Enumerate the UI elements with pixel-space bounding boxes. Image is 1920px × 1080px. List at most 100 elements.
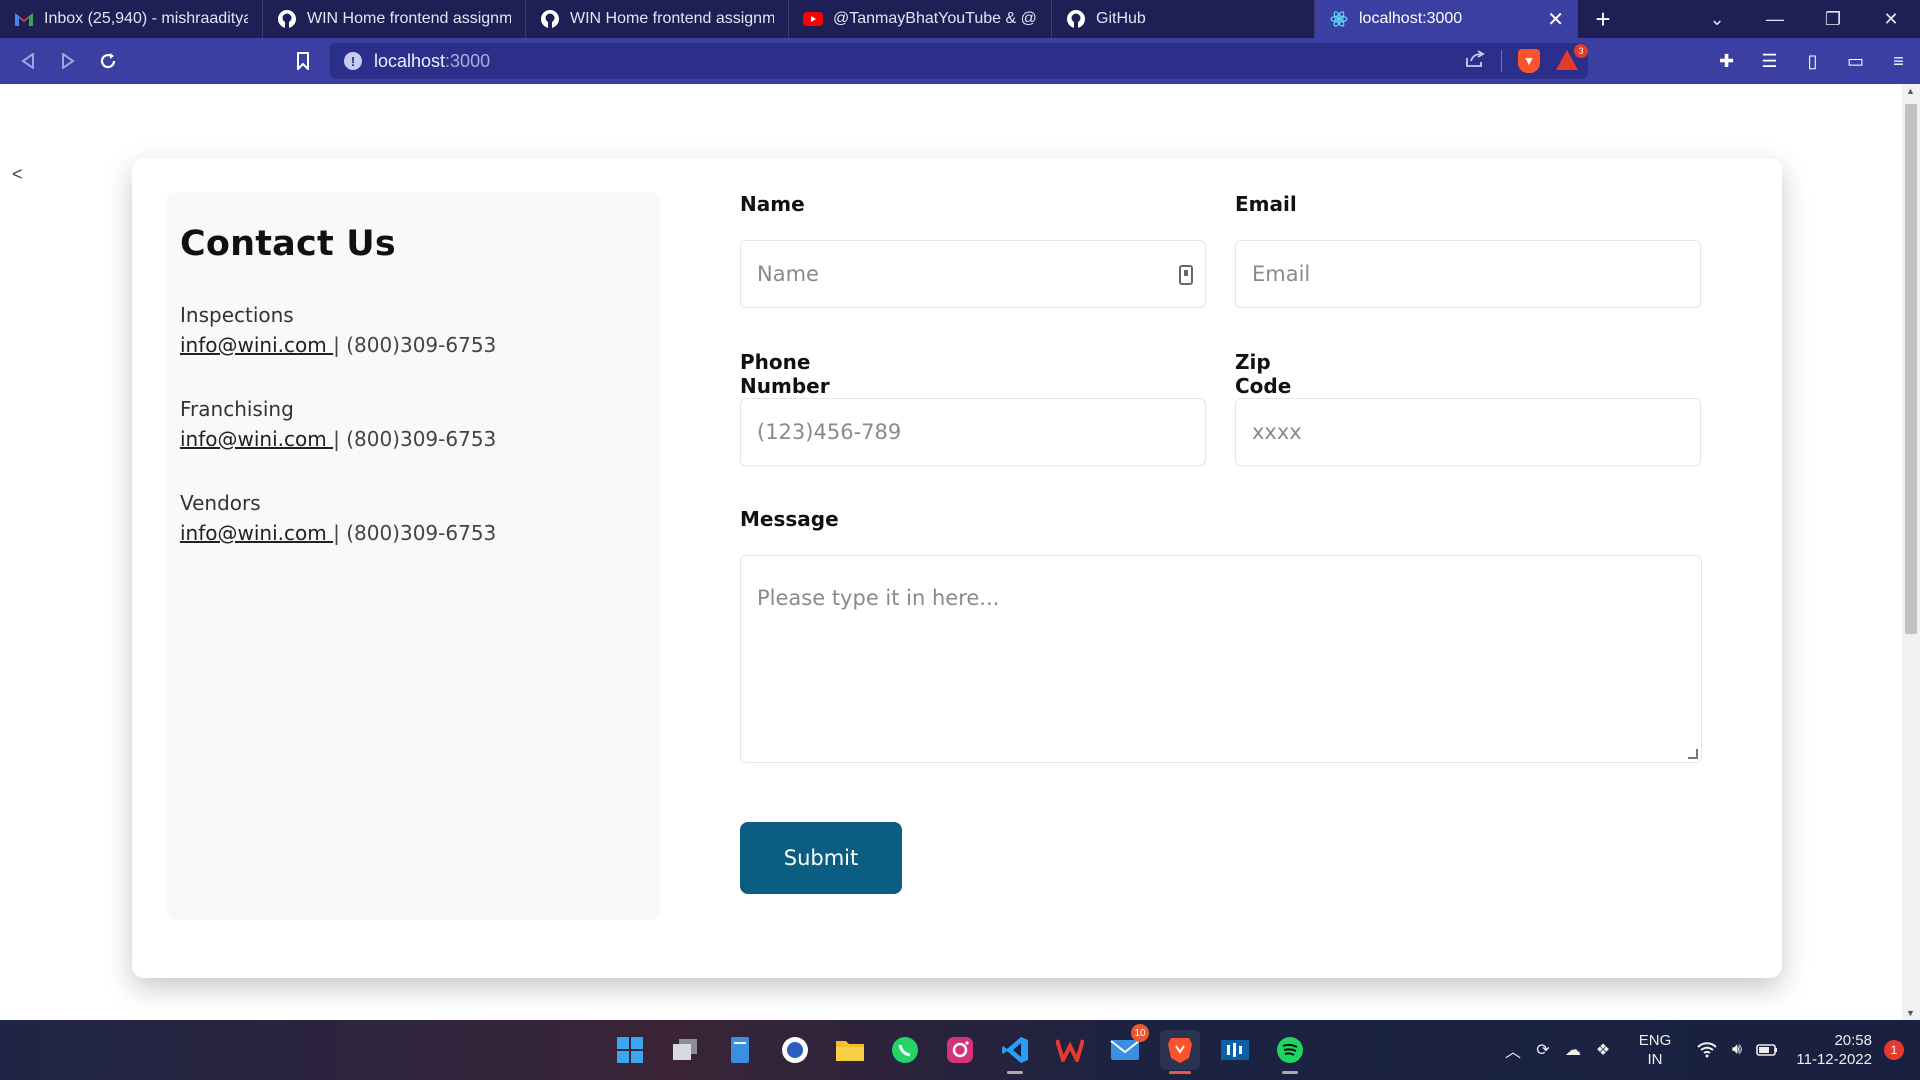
tab-github-2[interactable]: WIN Home frontend assignment	[526, 0, 789, 38]
tab-title: WIN Home frontend assignment	[570, 10, 774, 27]
separator: |	[333, 521, 347, 545]
rewards-badge: 3	[1574, 44, 1588, 58]
volume-icon[interactable]: 🔊︎	[1722, 1041, 1752, 1059]
email-input[interactable]: Email	[1235, 240, 1701, 308]
instagram-icon[interactable]	[940, 1030, 980, 1070]
zip-input[interactable]: xxxx	[1235, 398, 1701, 466]
brave-shields-icon[interactable]: ▼	[1518, 49, 1540, 73]
address-bar[interactable]: ! localhost:3000 ▼ 3	[330, 43, 1588, 79]
name-field: Name	[740, 192, 805, 216]
phone-number: (800)309-6753	[346, 427, 497, 451]
scroll-up-icon[interactable]: ▲	[1906, 86, 1915, 96]
github-icon	[540, 9, 560, 29]
share-icon[interactable]	[1465, 49, 1485, 73]
autofill-contact-icon[interactable]	[1179, 265, 1193, 285]
separator: |	[333, 427, 347, 451]
wps-office-icon[interactable]	[1050, 1030, 1090, 1070]
message-field: Message	[740, 507, 839, 531]
contact-label: Inspections	[180, 303, 294, 327]
separator: |	[333, 333, 347, 357]
playlist-icon[interactable]: ☰	[1748, 51, 1791, 72]
tab-youtube[interactable]: @TanmayBhatYouTube & @aishw	[789, 0, 1052, 38]
whatsapp-icon[interactable]	[885, 1030, 925, 1070]
browser-toolbar: ! localhost:3000 ▼ 3 ✚ ☰ ▯ ▭ ≡	[0, 38, 1920, 84]
clock-time: 20:58	[1834, 1032, 1872, 1049]
language-indicator[interactable]: ENG IN	[1630, 1031, 1680, 1069]
phone-input[interactable]: (123)456-789	[740, 398, 1206, 466]
minimize-button[interactable]: —	[1746, 0, 1804, 38]
extensions-icon[interactable]: ✚	[1705, 51, 1748, 72]
bookmark-icon[interactable]	[283, 41, 323, 81]
back-link[interactable]: <	[12, 164, 23, 185]
restore-button[interactable]: ❐	[1804, 0, 1862, 38]
notepad-icon[interactable]	[720, 1030, 760, 1070]
battery-icon[interactable]	[1752, 1044, 1782, 1056]
clock[interactable]: 20:58 11-12-2022	[1782, 1031, 1872, 1069]
resize-handle-icon[interactable]	[1688, 749, 1698, 759]
page-scrollbar[interactable]: ▲ ▼	[1902, 84, 1920, 1020]
scroll-down-icon[interactable]: ▼	[1906, 1008, 1915, 1018]
name-input[interactable]: Name	[740, 240, 1206, 308]
file-explorer-icon[interactable]	[830, 1030, 870, 1070]
phone-number: (800)309-6753	[346, 333, 497, 357]
email-link[interactable]: info@wini.com	[180, 333, 333, 357]
tab-title: WIN Home frontend assignment	[307, 10, 511, 27]
media-icon[interactable]	[1215, 1030, 1255, 1070]
wifi-icon[interactable]	[1692, 1042, 1722, 1058]
contact-card: Contact Us Inspections info@wini.com | (…	[132, 158, 1782, 978]
menu-icon[interactable]: ≡	[1877, 51, 1920, 72]
tab-github-1[interactable]: WIN Home frontend assignment	[263, 0, 526, 38]
gmail-icon	[14, 9, 34, 29]
contact-line: info@wini.com | (800)309-6753	[180, 330, 646, 360]
back-button[interactable]	[8, 41, 48, 81]
site-info-icon[interactable]: !	[344, 52, 362, 70]
email-link[interactable]: info@wini.com	[180, 521, 333, 545]
github-icon	[277, 9, 297, 29]
brave-icon[interactable]	[1160, 1030, 1200, 1074]
close-window-button[interactable]: ✕	[1862, 0, 1920, 38]
word-icon[interactable]	[775, 1030, 815, 1070]
message-label: Message	[740, 507, 839, 531]
scrollbar-thumb[interactable]	[1905, 104, 1917, 634]
zip-field: Zip Code	[1235, 350, 1291, 398]
email-label: Email	[1235, 192, 1297, 216]
submit-button[interactable]: Submit	[740, 822, 902, 894]
contact-label: Franchising	[180, 397, 294, 421]
message-textarea[interactable]: Please type it in here...	[740, 555, 1702, 763]
start-icon[interactable]	[610, 1030, 650, 1070]
email-placeholder: Email	[1252, 262, 1311, 286]
wallet-icon[interactable]: ▭	[1834, 51, 1877, 72]
clock-date: 11-12-2022	[1796, 1051, 1872, 1068]
tab-gmail[interactable]: Inbox (25,940) - mishraaditya436	[0, 0, 263, 38]
sync-icon[interactable]: ⟳	[1528, 1040, 1558, 1060]
github-icon	[1066, 9, 1086, 29]
dropbox-icon[interactable]: ❖	[1588, 1040, 1618, 1060]
show-hidden-icons-chevron-icon[interactable]: ︿	[1498, 1038, 1528, 1062]
sidebar-icon[interactable]: ▯	[1791, 51, 1834, 72]
onedrive-icon[interactable]: ☁	[1558, 1040, 1588, 1060]
new-tab-button[interactable]: +	[1578, 0, 1628, 38]
phone-label: Phone Number	[740, 350, 830, 398]
reload-button[interactable]	[88, 41, 128, 81]
close-tab-icon[interactable]: ✕	[1547, 7, 1564, 32]
email-link[interactable]: info@wini.com	[180, 427, 333, 451]
tab-search-chevron-icon[interactable]: ⌄	[1688, 0, 1746, 38]
tab-localhost[interactable]: localhost:3000 ✕	[1315, 0, 1578, 38]
page-title: Contact Us	[180, 224, 396, 264]
tab-github-3[interactable]: GitHub	[1052, 0, 1315, 38]
tab-title: @TanmayBhatYouTube & @aishw	[833, 10, 1037, 27]
system-tray: ︿ ⟳ ☁ ❖ ENG IN 🔊︎ 20:58 11-12-2022 1	[1498, 1020, 1920, 1080]
divider	[1501, 50, 1502, 72]
phone-placeholder: (123)456-789	[757, 420, 902, 444]
mail-badge: 10	[1131, 1024, 1149, 1042]
vscode-icon[interactable]	[995, 1030, 1035, 1074]
notification-badge[interactable]: 1	[1884, 1040, 1904, 1060]
spotify-icon[interactable]	[1270, 1030, 1310, 1074]
mail-icon[interactable]: 10	[1105, 1024, 1149, 1070]
windows-taskbar: 10 ︿ ⟳ ☁ ❖ ENG IN 🔊︎ 20:58 11-12-2022 1	[0, 1020, 1920, 1080]
forward-button[interactable]	[48, 41, 88, 81]
brave-rewards-icon[interactable]: 3	[1556, 44, 1588, 72]
zip-placeholder: xxxx	[1252, 420, 1302, 444]
url-text: localhost:3000	[374, 50, 491, 71]
task-view-icon[interactable]	[665, 1030, 705, 1070]
